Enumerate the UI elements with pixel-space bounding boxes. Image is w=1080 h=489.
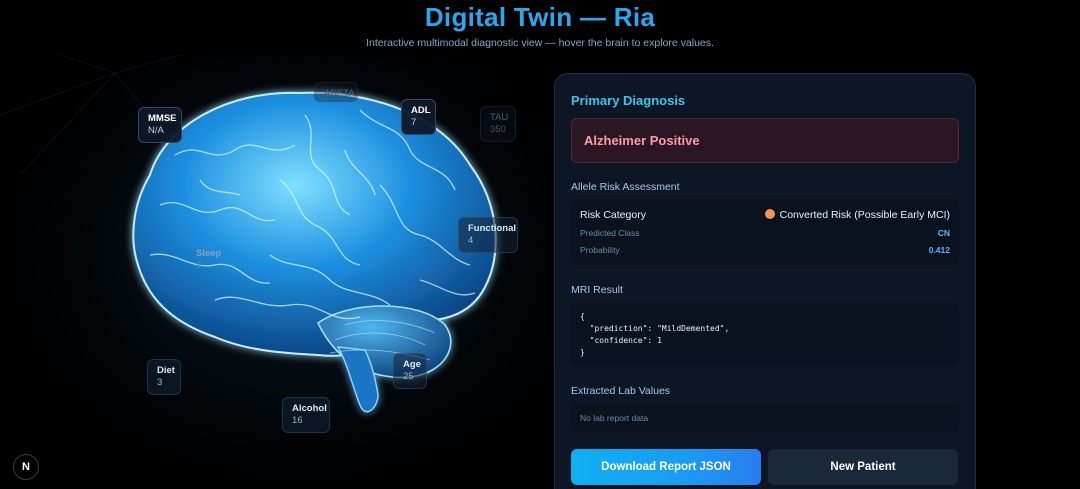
page-subtitle: Interactive multimodal diagnostic view —…	[366, 37, 714, 49]
lab-section-label: Extracted Lab Values	[571, 385, 671, 397]
risk-category-value-wrap: Converted Risk (Possible Early MCI)	[764, 209, 950, 221]
mri-section-label: MRI Result	[571, 284, 623, 296]
metric-mmse-label: MMSE	[148, 113, 177, 124]
metric-age-value: 25	[403, 371, 414, 382]
metric-tau-value: 350	[490, 124, 506, 135]
metric-tau-label: TAU	[490, 112, 509, 123]
next-dev-indicator-icon[interactable]: N	[13, 454, 39, 480]
metric-sleep-value: 9	[196, 260, 202, 271]
panel-title: Primary Diagnosis	[571, 93, 686, 108]
lab-values-empty: No lab report data	[571, 404, 959, 432]
allele-risk-box: Risk Category Converted Risk (Possible E…	[571, 199, 959, 265]
risk-category-row: Risk Category Converted Risk (Possible E…	[580, 208, 950, 225]
metric-age[interactable]: Age 25	[393, 353, 427, 389]
metric-abeta-label: ABETA	[324, 88, 355, 99]
diagnosis-result: Alzheimer Positive	[571, 118, 959, 163]
risk-status-dot-icon	[764, 209, 775, 219]
page-title: Digital Twin — Ria	[424, 2, 656, 32]
download-report-button[interactable]: Download Report JSON	[571, 449, 761, 485]
metric-adl-value: 7	[411, 117, 417, 128]
allele-section-label: Allele Risk Assessment	[571, 181, 680, 193]
metric-mmse-value: N/A	[148, 125, 164, 136]
metric-abeta[interactable]: ABETA	[314, 82, 358, 102]
metric-diet-label: Diet	[157, 365, 175, 376]
metric-diet-value: 3	[157, 377, 163, 388]
risk-category-value: Converted Risk (Possible Early MCI)	[779, 209, 950, 221]
metric-alcohol[interactable]: Alcohol 16	[282, 397, 330, 433]
new-patient-button[interactable]: New Patient	[768, 449, 958, 485]
metric-mmse[interactable]: MMSE N/A	[138, 107, 182, 143]
diagnosis-panel: Primary Diagnosis Alzheimer Positive All…	[554, 73, 976, 489]
probability-value: 0.412	[928, 245, 950, 255]
metric-alcohol-label: Alcohol	[292, 403, 327, 414]
metric-adl[interactable]: ADL 7	[401, 99, 436, 135]
mri-result-json: { "prediction": "MildDemented", "confide…	[571, 302, 959, 366]
metric-diet[interactable]: Diet 3	[147, 359, 181, 395]
probability-label: Probability	[580, 245, 620, 255]
predicted-class-value: CN	[937, 228, 950, 238]
metric-tau[interactable]: TAU 350	[480, 106, 516, 142]
metric-functional[interactable]: Functional 4	[458, 217, 518, 253]
predicted-class-label: Predicted Class	[580, 228, 640, 238]
metric-alcohol-value: 16	[292, 415, 303, 426]
brain-image[interactable]	[0, 55, 545, 489]
brain-visualization[interactable]: MMSE N/A ABETA ADL 7 TAU 350 Functional …	[0, 55, 545, 489]
risk-category-label: Risk Category	[580, 209, 646, 221]
probability-row: Probability 0.412	[580, 242, 950, 259]
metric-age-label: Age	[403, 359, 421, 370]
metric-sleep[interactable]: Sleep 9	[186, 242, 228, 278]
page: Digital Twin — Ria Interactive multimoda…	[0, 0, 1080, 489]
metric-adl-label: ADL	[411, 105, 431, 116]
predicted-class-row: Predicted Class CN	[580, 225, 950, 242]
metric-functional-label: Functional	[468, 223, 517, 234]
metric-functional-value: 4	[468, 235, 474, 246]
metric-sleep-label: Sleep	[196, 248, 222, 259]
